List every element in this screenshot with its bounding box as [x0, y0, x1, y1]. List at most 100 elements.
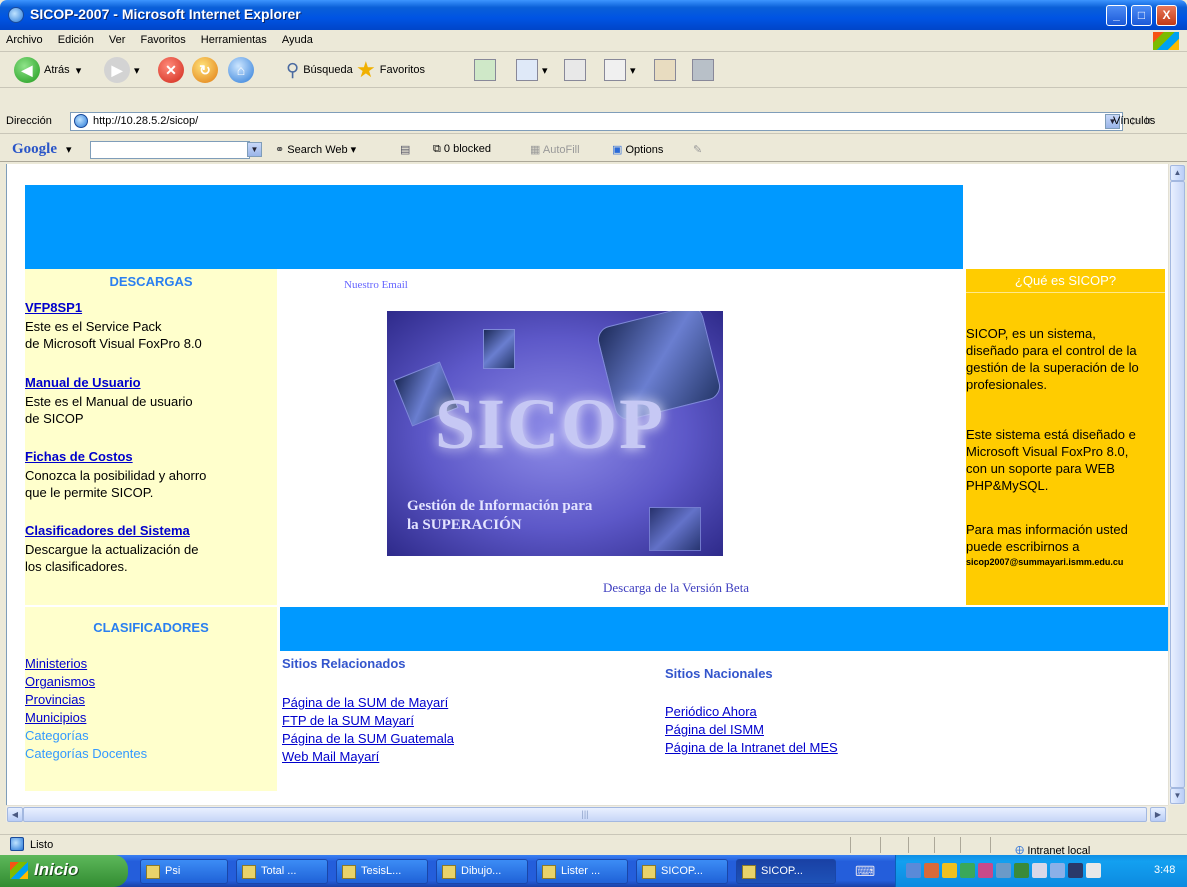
- contact-email[interactable]: sicop2007@summayari.ismm.edu.cu: [966, 557, 1123, 567]
- download-link-fichas[interactable]: Fichas de Costos: [25, 449, 133, 464]
- taskbar-item[interactable]: TesisL...: [336, 859, 428, 884]
- popup-blocker-button[interactable]: ⧉ 0 blocked: [433, 143, 491, 156]
- options-button[interactable]: ▣ Options: [612, 143, 663, 156]
- tray-icon[interactable]: [924, 863, 939, 878]
- maximize-button[interactable]: □: [1131, 5, 1152, 26]
- print-button[interactable]: [564, 56, 590, 84]
- about-paragraph: Este sistema está diseñado e Microsoft V…: [966, 427, 1136, 493]
- home-button[interactable]: ⌂: [228, 56, 258, 84]
- national-link[interactable]: Página del ISMM: [665, 721, 764, 738]
- taskbar-item[interactable]: Total ...: [236, 859, 328, 884]
- download-link-vfp8sp1[interactable]: VFP8SP1: [25, 300, 82, 315]
- related-link[interactable]: Página de la SUM de Mayarí: [282, 694, 448, 711]
- clasificador-link[interactable]: Municipios: [25, 709, 86, 726]
- refresh-icon: ↻: [192, 57, 218, 83]
- menu-ver[interactable]: Ver: [103, 30, 132, 46]
- taskbar-item[interactable]: Dibujo...: [436, 859, 528, 884]
- lister-icon: [542, 865, 556, 879]
- tray-icon[interactable]: [942, 863, 957, 878]
- google-logo[interactable]: Google: [12, 141, 57, 158]
- tray-icon[interactable]: [960, 863, 975, 878]
- horizontal-scrollbar[interactable]: ◀ ||| ▶: [6, 805, 1168, 822]
- discuss-button[interactable]: [654, 56, 680, 84]
- menu-edicion[interactable]: Edición: [52, 30, 100, 46]
- clasificador-link[interactable]: Organismos: [25, 673, 95, 690]
- taskbar-item-active[interactable]: SICOP...: [736, 859, 836, 884]
- forward-button[interactable]: ▶ ▾: [104, 56, 140, 84]
- clasificadores-heading: CLASIFICADORES: [93, 620, 209, 635]
- search-button[interactable]: ⚲ Búsqueda: [286, 56, 353, 84]
- logo-text: SICOP: [435, 384, 666, 464]
- national-link[interactable]: Página de la Intranet del MES: [665, 739, 838, 756]
- links-button[interactable]: Vínculos: [1113, 115, 1155, 127]
- scroll-left-button[interactable]: ◀: [7, 807, 23, 822]
- tray-icon[interactable]: [906, 863, 921, 878]
- related-link[interactable]: FTP de la SUM Mayarí: [282, 712, 414, 729]
- vertical-scrollbar[interactable]: ▲ ▼: [1168, 164, 1185, 805]
- tray-icon[interactable]: [1032, 863, 1047, 878]
- back-button[interactable]: ◀ Atrás ▾: [14, 56, 81, 84]
- download-link-clasificadores[interactable]: Clasificadores del Sistema: [25, 523, 190, 538]
- word-icon: [342, 865, 356, 879]
- edit-button[interactable]: ▾: [604, 56, 636, 84]
- close-button[interactable]: X: [1156, 5, 1177, 26]
- search-web-button[interactable]: ⚭ Search Web ▾: [275, 143, 356, 156]
- clasificador-link[interactable]: Ministerios: [25, 655, 87, 672]
- taskbar-item[interactable]: SICOP...: [636, 859, 728, 884]
- back-arrow-icon: ◀: [14, 57, 40, 83]
- about-paragraph: Para mas información usted puede escribi…: [966, 522, 1128, 554]
- menu-favoritos[interactable]: Favoritos: [134, 30, 191, 46]
- status-divider: [990, 837, 991, 853]
- related-link[interactable]: Web Mail Mayarí: [282, 748, 379, 765]
- scroll-down-button[interactable]: ▼: [1170, 788, 1185, 804]
- horizontal-scroll-thumb[interactable]: |||: [23, 807, 1147, 822]
- tray-icon[interactable]: [1014, 863, 1029, 878]
- tray-icon[interactable]: [978, 863, 993, 878]
- mail-button[interactable]: ▾: [516, 56, 548, 84]
- pagerank-icon[interactable]: ▤: [400, 143, 410, 156]
- app-icon: [642, 865, 656, 879]
- status-text: Listo: [30, 839, 54, 851]
- email-link[interactable]: Nuestro Email: [344, 279, 408, 291]
- binoculars-icon: ⚭: [275, 144, 285, 156]
- tray-icon[interactable]: [996, 863, 1011, 878]
- tray-icon[interactable]: [1086, 863, 1101, 878]
- page-icon: [74, 114, 88, 128]
- taskbar-item[interactable]: Psi: [140, 859, 228, 884]
- messenger-button[interactable]: [692, 56, 718, 84]
- google-search-dropdown[interactable]: ▼: [247, 142, 262, 157]
- menu-archivo[interactable]: Archivo: [0, 30, 49, 46]
- logo-subtitle: Gestión de Información para la SUPERACIÓ…: [407, 498, 593, 533]
- about-heading: ¿Qué es SICOP?: [966, 269, 1165, 293]
- vertical-scroll-thumb[interactable]: [1170, 181, 1185, 788]
- minimize-button[interactable]: _: [1106, 5, 1127, 26]
- history-button[interactable]: [474, 56, 500, 84]
- national-link[interactable]: Periódico Ahora: [665, 703, 757, 720]
- tray-icon[interactable]: [1050, 863, 1065, 878]
- clasificador-link[interactable]: Provincias: [25, 691, 85, 708]
- autofill-button[interactable]: ▦ AutoFill: [530, 143, 580, 156]
- refresh-button[interactable]: ↻: [192, 56, 222, 84]
- page-viewport[interactable]: DESCARGAS VFP8SP1 Este es el Service Pac…: [6, 164, 1168, 805]
- scroll-up-button[interactable]: ▲: [1170, 165, 1185, 181]
- related-link[interactable]: Página de la SUM Guatemala: [282, 730, 454, 747]
- download-beta-link[interactable]: Descarga de la Versión Beta: [603, 580, 749, 596]
- keyboard-icon[interactable]: ⌨: [855, 863, 875, 880]
- download-desc: Descargue la actualización de los clasif…: [25, 542, 199, 574]
- status-divider: [908, 837, 909, 853]
- google-search-input[interactable]: [90, 141, 250, 159]
- pencil-icon[interactable]: ✎: [693, 143, 702, 156]
- address-input[interactable]: http://10.28.5.2/sicop/: [70, 112, 1123, 131]
- logo-photo: [483, 329, 515, 369]
- download-link-manual[interactable]: Manual de Usuario: [25, 375, 141, 390]
- stop-button[interactable]: ✕: [158, 56, 188, 84]
- menu-ayuda[interactable]: Ayuda: [276, 30, 319, 46]
- start-button[interactable]: Inicio: [0, 855, 128, 887]
- menu-herramientas[interactable]: Herramientas: [195, 30, 273, 46]
- title-bar[interactable]: SICOP-2007 - Microsoft Internet Explorer…: [0, 0, 1187, 30]
- tray-icon[interactable]: [1068, 863, 1083, 878]
- sicop-logo: SICOP Gestión de Información para la SUP…: [387, 311, 723, 556]
- favorites-button[interactable]: ★ Favoritos: [356, 56, 425, 84]
- taskbar-item[interactable]: Lister ...: [536, 859, 628, 884]
- scroll-right-button[interactable]: ▶: [1150, 807, 1166, 822]
